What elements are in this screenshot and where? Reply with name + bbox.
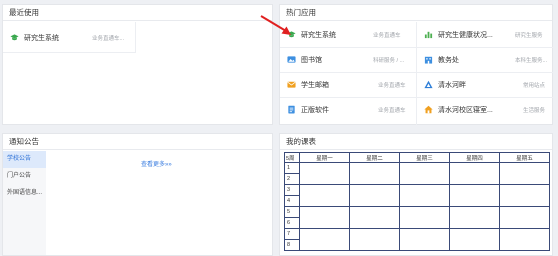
notice-title: 通知公告 (3, 134, 272, 150)
period-number: 2 (284, 173, 300, 185)
timetable-cell[interactable] (399, 184, 450, 207)
app-tile-academic-affairs[interactable]: 教务处 本科生服务... (417, 48, 553, 71)
app-desc: 科研服务 / ... (373, 58, 405, 64)
app-tile-library[interactable]: 图书馆 科研服务 / ... (280, 48, 416, 71)
week-label: 5周 (284, 152, 300, 163)
app-desc: 常用站点 (523, 83, 546, 89)
app-name: 研究生系统 (24, 35, 59, 42)
timetable: 5周 星期一 星期二 星期三 星期四 星期五 1 2 3 4 5 6 7 8 (284, 152, 550, 251)
timetable-cell[interactable] (299, 206, 350, 229)
app-tile-qingshuihe-bbs[interactable]: 清水河畔 常用站点 (417, 73, 553, 96)
app-tile-dorm-services[interactable]: 清水河校区寝室... 生活服务 (417, 98, 553, 121)
timetable-cell[interactable] (349, 228, 400, 251)
building-icon (424, 55, 433, 64)
timetable-header-row: 5周 星期一 星期二 星期三 星期四 星期五 (284, 152, 550, 163)
app-desc: 生活服务 (523, 108, 546, 114)
timetable-row: 1 (284, 162, 550, 185)
day-header-wednesday: 星期三 (399, 152, 450, 163)
app-desc: 业务直通车 (373, 33, 401, 39)
notice-panel: 通知公告 学校公告 门户公告 外国语信息... 查看更多»» (2, 133, 273, 256)
recent-title: 最近使用 (3, 5, 272, 21)
day-header-tuesday: 星期二 (349, 152, 400, 163)
timetable-cell[interactable] (499, 184, 550, 207)
period-number: 1 (284, 162, 300, 174)
timetable-cell[interactable] (499, 162, 550, 185)
notice-tab-list: 学校公告 门户公告 外国语信息... (3, 151, 46, 255)
period-number: 7 (284, 228, 300, 240)
day-header-thursday: 星期四 (449, 152, 500, 163)
timetable-cell[interactable] (499, 228, 550, 251)
timetable-cell[interactable] (349, 184, 400, 207)
app-desc: 研究生服务 (515, 33, 543, 39)
tab-portal-notice[interactable]: 门户公告 (3, 168, 46, 185)
schedule-title: 我的课表 (280, 134, 552, 150)
app-name: 教务处 (438, 57, 459, 64)
app-tile-student-mail[interactable]: 学生邮箱 业务直通车 (280, 73, 416, 96)
day-header-monday: 星期一 (299, 152, 350, 163)
timetable-cell[interactable] (449, 228, 500, 251)
view-more-link[interactable]: 查看更多»» (141, 159, 172, 168)
graduation-cap-icon (10, 33, 19, 42)
triangle-flag-icon (424, 80, 433, 89)
timetable-row: 5 (284, 206, 550, 229)
timetable-cell[interactable] (299, 184, 350, 207)
app-name: 研究生系统 (301, 32, 336, 39)
timetable-cell[interactable] (399, 162, 450, 185)
timetable-cell[interactable] (349, 162, 400, 185)
timetable-cell[interactable] (349, 206, 400, 229)
app-desc: 业务直通车 (378, 108, 406, 114)
app-desc: 业务直通车 (378, 83, 406, 89)
app-name: 图书馆 (301, 57, 322, 64)
tab-school-notice[interactable]: 学校公告 (3, 151, 46, 168)
app-desc: 本科生服务... (515, 58, 548, 64)
home-icon (424, 105, 433, 114)
timetable-cell[interactable] (449, 206, 500, 229)
app-name: 清水河畔 (438, 82, 466, 89)
app-name: 学生邮箱 (301, 82, 329, 89)
timetable-cell[interactable] (449, 184, 500, 207)
timetable-cell[interactable] (299, 162, 350, 185)
popular-panel: 热门应用 研究生系统 业务直通车 研究生健康状况... 研究生服务 图书馆 科研… (279, 4, 553, 125)
document-icon (287, 105, 296, 114)
app-name: 研究生健康状况... (438, 32, 493, 39)
timetable-cell[interactable] (299, 228, 350, 251)
period-number: 6 (284, 217, 300, 229)
timetable-row: 3 (284, 184, 550, 207)
timetable-cell[interactable] (499, 206, 550, 229)
app-name: 清水河校区寝室... (438, 107, 493, 114)
schedule-panel: 我的课表 5周 星期一 星期二 星期三 星期四 星期五 1 2 3 4 5 6 … (279, 133, 553, 256)
recent-panel: 最近使用 研究生系统 业务直通车... (2, 4, 273, 125)
tab-foreign-language-info[interactable]: 外国语信息... (3, 185, 46, 202)
period-number: 5 (284, 206, 300, 218)
day-header-friday: 星期五 (499, 152, 550, 163)
app-tile-health-status[interactable]: 研究生健康状况... 研究生服务 (417, 23, 553, 46)
app-desc: 业务直通车... (92, 36, 125, 42)
app-tile-licensed-software[interactable]: 正版软件 业务直通车 (280, 98, 416, 121)
red-arrow-annotation (260, 15, 291, 35)
period-number: 4 (284, 195, 300, 207)
timetable-cell[interactable] (399, 206, 450, 229)
app-tile-graduate-system[interactable]: 研究生系统 业务直通车 (280, 23, 416, 46)
timetable-row: 7 (284, 228, 550, 251)
period-number: 3 (284, 184, 300, 196)
app-name: 正版软件 (301, 107, 329, 114)
recent-item-graduate-system[interactable]: 研究生系统 业务直通车... (3, 22, 136, 53)
bar-chart-icon (424, 30, 433, 39)
timetable-cell[interactable] (399, 228, 450, 251)
mail-icon (287, 80, 296, 89)
image-icon (287, 55, 296, 64)
period-number: 8 (284, 239, 300, 251)
popular-title: 热门应用 (280, 5, 552, 21)
timetable-cell[interactable] (449, 162, 500, 185)
